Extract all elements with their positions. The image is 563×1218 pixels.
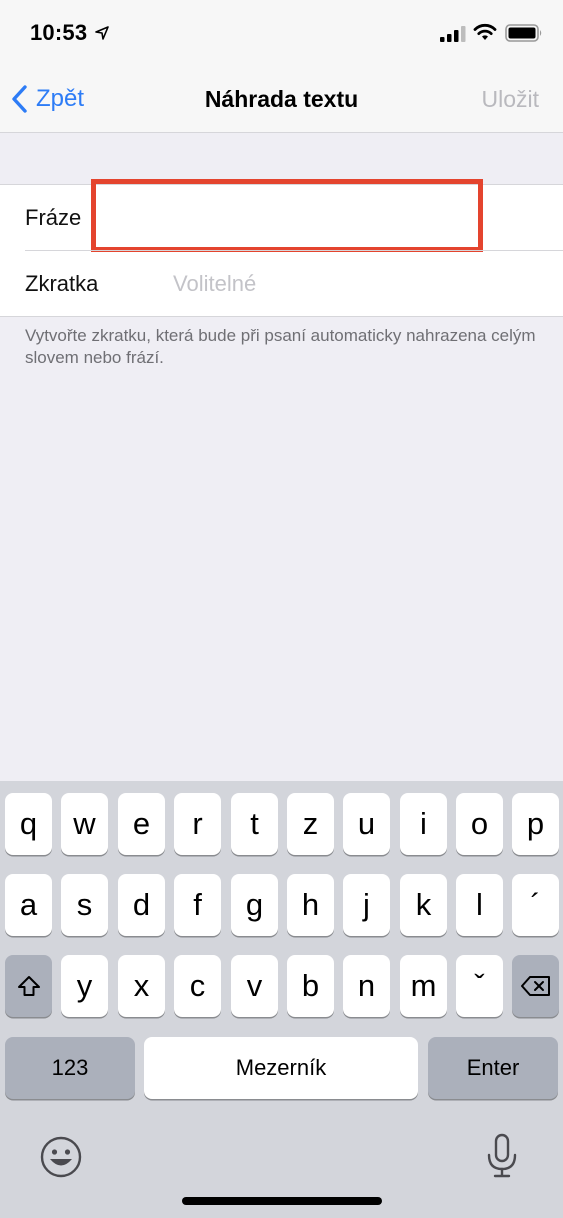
- page-title: Náhrada textu: [204, 86, 359, 112]
- key-t[interactable]: t: [231, 793, 278, 855]
- key-r[interactable]: r: [174, 793, 221, 855]
- home-indicator[interactable]: [182, 1197, 382, 1205]
- save-button[interactable]: Uložit: [481, 86, 539, 113]
- key-e[interactable]: e: [118, 793, 165, 855]
- status-bar: 10:53: [0, 0, 563, 64]
- text-replacement-form: Fráze Zkratka: [0, 179, 563, 317]
- key-s[interactable]: s: [61, 874, 108, 936]
- key-o[interactable]: o: [456, 793, 503, 855]
- key-l[interactable]: l: [456, 874, 503, 936]
- phrase-highlight-box: [91, 179, 483, 252]
- key-j[interactable]: j: [343, 874, 390, 936]
- key-z[interactable]: z: [287, 793, 334, 855]
- key-b[interactable]: b: [287, 955, 334, 1017]
- key-acute[interactable]: ´: [512, 874, 559, 936]
- key-c[interactable]: c: [174, 955, 221, 1017]
- key-a[interactable]: a: [5, 874, 52, 936]
- numbers-key[interactable]: 123: [5, 1037, 135, 1099]
- delete-key[interactable]: [512, 955, 559, 1017]
- key-i[interactable]: i: [400, 793, 447, 855]
- keyboard: q w e r t z u i o p a s d f g h j k l ´ …: [0, 781, 563, 1218]
- key-p[interactable]: p: [512, 793, 559, 855]
- form-footnote: Vytvořte zkratku, která bude při psaní a…: [25, 326, 536, 367]
- shortcut-row: Zkratka: [0, 251, 563, 317]
- backspace-icon: [520, 976, 550, 996]
- key-h[interactable]: h: [287, 874, 334, 936]
- phrase-label: Fráze: [25, 205, 82, 230]
- shortcut-input[interactable]: [173, 267, 533, 301]
- location-arrow-icon: [95, 26, 109, 40]
- key-x[interactable]: x: [118, 955, 165, 1017]
- key-d[interactable]: d: [118, 874, 165, 936]
- microphone-icon[interactable]: [484, 1133, 520, 1179]
- shift-icon: [17, 976, 40, 996]
- shift-key[interactable]: [5, 955, 52, 1017]
- emoji-icon[interactable]: [40, 1136, 82, 1178]
- key-q[interactable]: q: [5, 793, 52, 855]
- enter-key[interactable]: Enter: [428, 1037, 558, 1099]
- key-y[interactable]: y: [61, 955, 108, 1017]
- status-time: 10:53: [30, 20, 88, 45]
- shortcut-label: Zkratka: [25, 271, 99, 296]
- key-g[interactable]: g: [231, 874, 278, 936]
- key-n[interactable]: n: [343, 955, 390, 1017]
- battery-icon: [505, 24, 542, 42]
- space-key[interactable]: Mezerník: [144, 1037, 418, 1099]
- key-w[interactable]: w: [61, 793, 108, 855]
- key-caron[interactable]: ˇ: [456, 955, 503, 1017]
- phrase-row: Fráze: [0, 179, 563, 252]
- cellular-signal-icon: [440, 26, 466, 42]
- wifi-icon: [473, 23, 497, 40]
- key-k[interactable]: k: [400, 874, 447, 936]
- key-v[interactable]: v: [231, 955, 278, 1017]
- key-f[interactable]: f: [174, 874, 221, 936]
- key-m[interactable]: m: [400, 955, 447, 1017]
- navigation-bar: Zpět Náhrada textu Uložit: [0, 64, 563, 133]
- key-u[interactable]: u: [343, 793, 390, 855]
